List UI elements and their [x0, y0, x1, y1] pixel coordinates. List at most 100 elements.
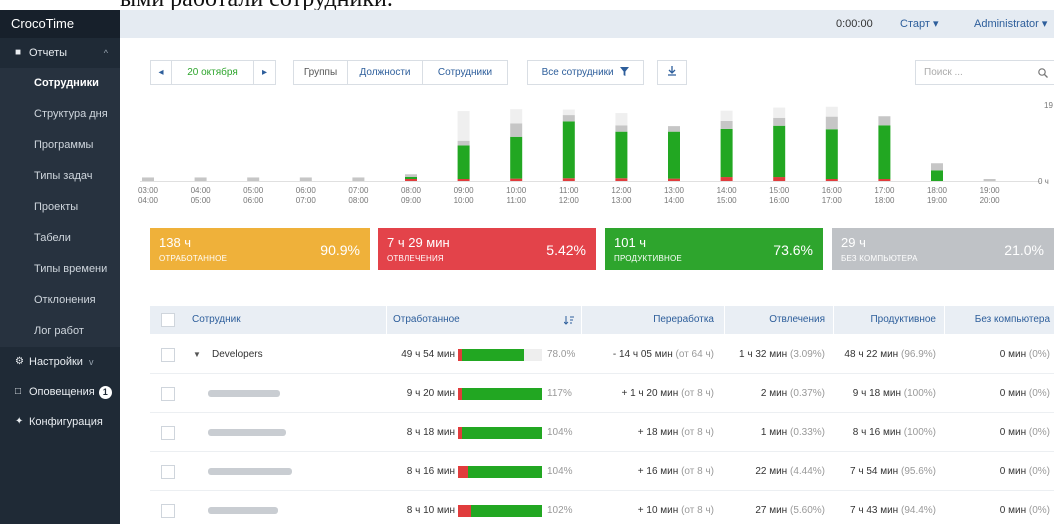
summary-tile-productive: 101 ч ПРОДУКТИВНОЕ 73.6%: [605, 228, 823, 270]
overtime-base: (от 64 ч): [675, 349, 714, 360]
col-productive[interactable]: Продуктивное: [840, 306, 936, 334]
chart-bar-overlay: [615, 113, 628, 126]
overtime-value: + 1 ч 20 мин: [621, 388, 679, 399]
chart-bar-offcomputer: [247, 177, 260, 181]
chart-bar-productive: [773, 125, 786, 178]
x-tick-label: 05:00: [243, 186, 264, 195]
distractions-value: 22 мин: [755, 466, 788, 477]
x-tick-label: 10:00: [454, 196, 475, 205]
gear-icon: ⚙: [15, 356, 24, 367]
worked-value: 8 ч 16 мин: [406, 466, 455, 477]
row-checkbox[interactable]: [161, 348, 175, 362]
x-tick-label: 11:00: [506, 196, 526, 205]
chart-bar-offcomputer: [562, 115, 575, 122]
tab-positions[interactable]: Должности: [348, 60, 423, 85]
x-tick-label: 16:00: [822, 186, 843, 195]
chart-bar-distraction: [562, 178, 575, 181]
chart-bar-offcomputer: [825, 116, 838, 130]
sidebar-item-deviations[interactable]: Отклонения: [0, 285, 120, 316]
table-row[interactable]: 8 ч 10 мин 102% + 10 мин (от 8 ч) 27 мин…: [150, 492, 1054, 524]
overtime-base: (от 8 ч): [681, 388, 714, 399]
chart-bar-productive: [405, 177, 417, 179]
col-offcomputer[interactable]: Без компьютера: [950, 306, 1050, 334]
table-row-group[interactable]: ▼ Developers 49 ч 54 мин 78.0% - 14 ч 05…: [150, 336, 1054, 374]
row-checkbox[interactable]: [161, 426, 175, 440]
sidebar-item-task-types[interactable]: Типы задач: [0, 161, 120, 192]
sidebar: CrocoTime ■ Отчеты ^ Сотрудники Структур…: [0, 10, 120, 524]
offcomputer-percent: (0%): [1028, 505, 1050, 516]
sidebar-group-reports[interactable]: ■ Отчеты ^: [0, 38, 120, 68]
user-menu[interactable]: Administrator ▾: [974, 10, 1047, 38]
worked-bar-distraction: [458, 466, 468, 478]
worked-percent: 78.0%: [547, 349, 576, 360]
tab-groups[interactable]: Группы: [293, 60, 348, 85]
x-tick-label: 12:00: [611, 186, 632, 195]
sidebar-group-settings[interactable]: ⚙ Настройки v: [0, 347, 120, 377]
col-divider: [386, 306, 387, 334]
y-axis-min-label: 0 ч: [1038, 177, 1049, 186]
sidebar-item-programs[interactable]: Программы: [0, 130, 120, 161]
chart-bar-offcomputer: [142, 177, 154, 181]
sidebar-item-employees[interactable]: Сотрудники: [0, 68, 120, 99]
sidebar-item-configuration[interactable]: ✦ Конфигурация: [0, 407, 120, 437]
sidebar-item-work-log[interactable]: Лог работ: [0, 316, 120, 347]
prev-date-button[interactable]: ◂: [150, 60, 172, 85]
col-overtime[interactable]: Переработка: [624, 306, 714, 334]
search-input[interactable]: Поиск ...: [915, 60, 1054, 85]
worked-percent: 104%: [547, 427, 573, 438]
table-row[interactable]: 8 ч 18 мин 104% + 18 мин (от 8 ч) 1 мин …: [150, 414, 1054, 452]
blurred-employee-name: [208, 506, 278, 514]
sidebar-item-projects[interactable]: Проекты: [0, 192, 120, 223]
download-button[interactable]: [657, 60, 687, 85]
chart-bar-overlay: [773, 107, 786, 118]
caret-down-icon[interactable]: ▼: [193, 336, 201, 374]
col-worked[interactable]: Отработанное: [393, 306, 460, 334]
row-checkbox[interactable]: [161, 387, 175, 401]
start-menu[interactable]: Старт ▾: [900, 10, 938, 38]
x-tick-label: 11:00: [559, 186, 579, 195]
date-picker[interactable]: 20 октября: [172, 60, 254, 85]
report-toolbar: ◂ 20 октября ▸ Группы Должности Сотрудни…: [120, 60, 1054, 86]
table-row[interactable]: 8 ч 16 мин 104% + 16 мин (от 8 ч) 22 мин…: [150, 453, 1054, 491]
x-tick-label: 04:00: [191, 186, 212, 195]
worked-bar-distraction: [458, 505, 471, 517]
worked-value: 8 ч 18 мин: [406, 427, 455, 438]
search-placeholder: Поиск ...: [924, 67, 963, 78]
offcomputer-value: 0 мин: [999, 505, 1027, 516]
envelope-icon: □: [15, 386, 22, 397]
chart-bar-productive: [720, 128, 733, 178]
chart-bar-overlay: [562, 109, 575, 116]
productive-percent: (94.4%): [900, 505, 936, 516]
row-checkbox[interactable]: [161, 465, 175, 479]
select-all-checkbox[interactable]: [161, 313, 175, 327]
sort-desc-icon[interactable]: [564, 316, 574, 325]
offcomputer-percent: (0%): [1028, 388, 1050, 399]
blurred-employee-name: [208, 428, 286, 436]
col-employee[interactable]: Сотрудник: [192, 306, 241, 334]
offcomputer-percent: (0%): [1028, 349, 1050, 360]
sidebar-item-timesheets[interactable]: Табели: [0, 223, 120, 254]
x-tick-label: 08:00: [401, 186, 422, 195]
col-divider: [833, 306, 834, 334]
sidebar-item-time-types[interactable]: Типы времени: [0, 254, 120, 285]
overtime-base: (от 8 ч): [681, 466, 714, 477]
table-row[interactable]: 9 ч 20 мин 117% + 1 ч 20 мин (от 8 ч) 2 …: [150, 375, 1054, 413]
alerts-count-badge: 1: [98, 385, 112, 399]
chart-bar-productive: [931, 170, 943, 181]
funnel-icon: [620, 67, 630, 76]
app-brand[interactable]: CrocoTime: [0, 10, 120, 38]
tab-employees[interactable]: Сотрудники: [423, 60, 508, 85]
summary-tile-distractions: 7 ч 29 мин ОТВЛЕЧЕНИЯ 5.42%: [378, 228, 596, 270]
sidebar-item-day-structure[interactable]: Структура дня: [0, 99, 120, 130]
chart-bar-offcomputer: [668, 126, 680, 132]
row-checkbox[interactable]: [161, 504, 175, 518]
next-date-button[interactable]: ▸: [254, 60, 276, 85]
col-distractions[interactable]: Отвлечения: [734, 306, 825, 334]
employee-filter-dropdown[interactable]: Все сотрудники: [527, 60, 644, 85]
summary-tile-off-computer: 29 ч БЕЗ КОМПЬЮТЕРА 21.0%: [832, 228, 1054, 270]
summary-tile-worked: 138 ч ОТРАБОТАННОЕ 90.9%: [150, 228, 370, 270]
summary-offcomputer-value: 29 ч: [841, 235, 866, 250]
chart-bar-distraction: [510, 178, 523, 181]
sidebar-item-alerts[interactable]: □ Оповещения 1: [0, 377, 120, 407]
search-icon: [1038, 68, 1048, 78]
